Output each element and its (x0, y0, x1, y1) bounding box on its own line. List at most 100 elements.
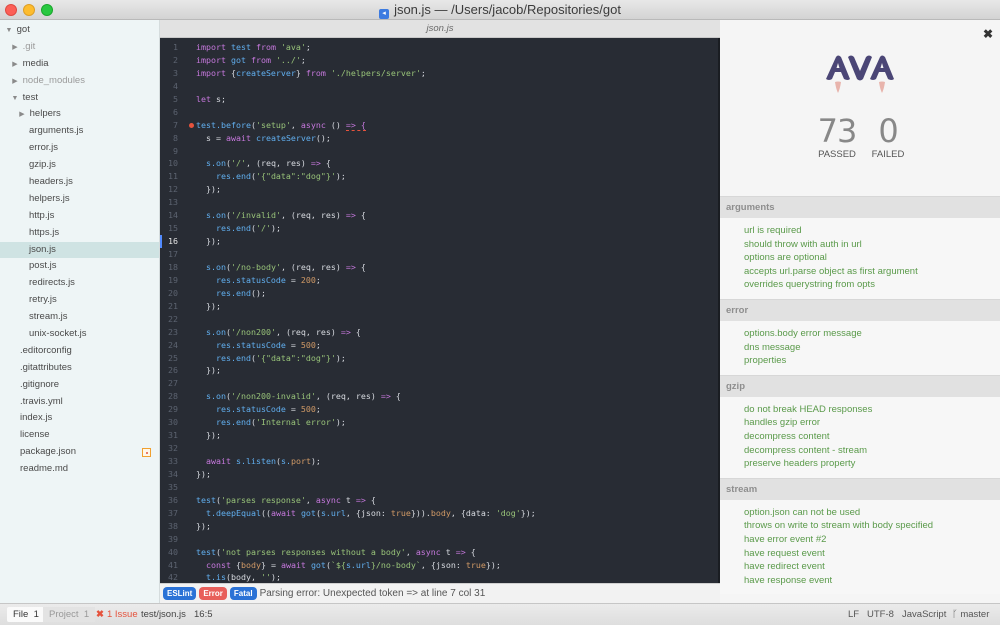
tree-item[interactable]: post.js (0, 258, 159, 275)
tree-item[interactable]: https.js (0, 225, 159, 242)
code-line[interactable]: 24 res.statusCode = 500; (160, 339, 718, 352)
tree-item[interactable]: .travis.yml (0, 394, 159, 411)
code-line[interactable]: 21 }); (160, 300, 718, 313)
eslint-badge[interactable]: ESLint (163, 587, 197, 600)
tree-item[interactable]: redirects.js (0, 275, 159, 292)
code-line[interactable]: 22 (160, 313, 718, 326)
tree-item[interactable]: ▶ media (0, 56, 159, 73)
code-line[interactable]: 2 import got from '../'; (160, 54, 718, 67)
code-line[interactable]: 13 (160, 196, 718, 209)
code-line[interactable]: 19 res.statusCode = 200; (160, 274, 718, 287)
line-ending[interactable]: LF (848, 607, 859, 622)
test-group-header[interactable]: error (720, 298, 1000, 321)
cursor-position[interactable]: 16:5 (194, 607, 213, 622)
tree-item[interactable]: ▼ got (0, 22, 159, 39)
tree-item[interactable]: retry.js (0, 292, 159, 309)
code-line[interactable]: 1 import test from 'ava'; (160, 41, 718, 54)
test-item[interactable]: accepts url.parse object as first argume… (744, 265, 1000, 279)
test-group-header[interactable]: stream (720, 477, 1000, 500)
code-line[interactable]: 25 res.end('{"data":"dog"}'); (160, 352, 718, 365)
test-item[interactable]: have redirect event (744, 560, 1000, 574)
chevron-right-icon[interactable]: ▶ (10, 74, 20, 91)
test-group-header[interactable]: arguments (720, 196, 1000, 218)
tree-item[interactable]: package.json (0, 444, 159, 461)
tree-item[interactable]: unix-socket.js (0, 326, 159, 343)
code-line[interactable]: 26 }); (160, 364, 718, 377)
code-line[interactable]: 38}); (160, 520, 718, 533)
close-icon[interactable]: ✖ (983, 27, 993, 41)
chevron-right-icon[interactable]: ▶ (10, 57, 20, 74)
tree-item[interactable]: .editorconfig (0, 343, 159, 360)
lint-message[interactable]: Parsing error: Unexpected token => at li… (260, 587, 486, 600)
test-item[interactable]: handles gzip error (744, 416, 1000, 430)
code-line[interactable]: 39 (160, 533, 718, 546)
tree-item[interactable]: arguments.js (0, 123, 159, 140)
code-line[interactable]: 33 await s.listen(s.port); (160, 455, 718, 468)
test-item[interactable]: option.json can not be used (744, 506, 1000, 520)
tree-item[interactable]: readme.md (0, 461, 159, 478)
code-line[interactable]: 15 res.end('/'); (160, 222, 718, 235)
file-path[interactable]: test/json.js (141, 607, 186, 622)
tree-item[interactable]: helpers.js (0, 191, 159, 208)
tree-item[interactable]: .gitignore (0, 377, 159, 394)
code-line[interactable]: 20 res.end(); (160, 287, 718, 300)
code-line[interactable]: 35 (160, 481, 718, 494)
code-line[interactable]: 41 const {body} = await got(`${s.url}/no… (160, 559, 718, 572)
code-line[interactable]: 23 s.on('/non200', (req, res) => { (160, 326, 718, 339)
code-line[interactable]: 10 s.on('/', (req, res) => { (160, 157, 718, 170)
project-issues-tab[interactable]: Project 1 (43, 607, 96, 622)
tree-item[interactable]: http.js (0, 208, 159, 225)
test-item[interactable]: properties (744, 354, 1000, 368)
tree-item[interactable]: gzip.js (0, 157, 159, 174)
test-item[interactable]: decompress content - stream (744, 444, 1000, 458)
chevron-right-icon[interactable]: ▶ (17, 107, 27, 124)
tree-item[interactable]: ▼ test (0, 90, 159, 107)
code-line[interactable]: 34}); (160, 468, 718, 481)
issues-indicator[interactable]: ✖ 1 Issue (96, 607, 138, 622)
code-line[interactable]: 16 }); (160, 235, 718, 248)
grammar-selector[interactable]: JavaScript (902, 607, 946, 622)
test-item[interactable]: options are optional (744, 251, 1000, 265)
code-line[interactable]: 42 t.is(body, ''); (160, 571, 718, 583)
chevron-down-icon[interactable]: ▼ (10, 91, 20, 108)
tree-item[interactable]: ▶ helpers (0, 106, 159, 123)
test-item[interactable]: options.body error message (744, 327, 1000, 341)
test-item[interactable]: do not break HEAD responses (744, 403, 1000, 417)
tree-item[interactable]: ▶ node_modules (0, 73, 159, 90)
code-editor[interactable]: 1 import test from 'ava'; 2 import got from… (160, 38, 720, 583)
code-line[interactable]: 7 test.before('setup', async () => { (160, 119, 718, 132)
test-item[interactable]: have error event #2 (744, 533, 1000, 547)
tree-item[interactable]: .gitattributes (0, 360, 159, 377)
tree-item[interactable]: index.js (0, 410, 159, 427)
test-item[interactable]: url is required (744, 224, 1000, 238)
test-item[interactable]: have response event (744, 574, 1000, 588)
code-line[interactable]: 37 t.deepEqual((await got(s.url, {json: … (160, 507, 718, 520)
test-item[interactable]: have request event (744, 547, 1000, 561)
code-line[interactable]: 31 }); (160, 429, 718, 442)
code-line[interactable]: 40 test('not parses responses without a b… (160, 546, 718, 559)
tree-item[interactable]: json.js (0, 241, 159, 259)
code-line[interactable]: 17 (160, 248, 718, 261)
code-line[interactable]: 30 res.end('Internal error'); (160, 416, 718, 429)
tab-json-js[interactable]: json.js (160, 20, 720, 38)
test-group-header[interactable]: gzip (720, 374, 1000, 397)
chevron-right-icon[interactable]: ▶ (10, 40, 20, 57)
test-item[interactable]: preserve headers property (744, 457, 1000, 471)
code-line[interactable]: 27 (160, 377, 718, 390)
code-line[interactable]: 32 (160, 442, 718, 455)
tree-item[interactable]: ▶ .git (0, 39, 159, 56)
code-line[interactable]: 14 s.on('/invalid', (req, res) => { (160, 209, 718, 222)
test-item[interactable]: throws on write to stream with body spec… (744, 519, 1000, 533)
code-line[interactable]: 12 }); (160, 183, 718, 196)
tree-item[interactable]: license (0, 427, 159, 444)
code-line[interactable]: 3 import {createServer} from './helpers/s… (160, 67, 718, 80)
code-line[interactable]: 28 s.on('/non200-invalid', (req, res) =>… (160, 390, 718, 403)
encoding[interactable]: UTF-8 (867, 607, 894, 622)
tree-item[interactable]: stream.js (0, 309, 159, 326)
tree-item[interactable]: headers.js (0, 174, 159, 191)
tree-item[interactable]: error.js (0, 140, 159, 157)
error-marker-icon[interactable] (189, 122, 194, 128)
test-item[interactable]: overrides querystring from opts (744, 278, 1000, 292)
git-branch[interactable]: ᚴ master (952, 607, 989, 622)
code-line[interactable]: 8 s = await createServer(); (160, 132, 718, 145)
